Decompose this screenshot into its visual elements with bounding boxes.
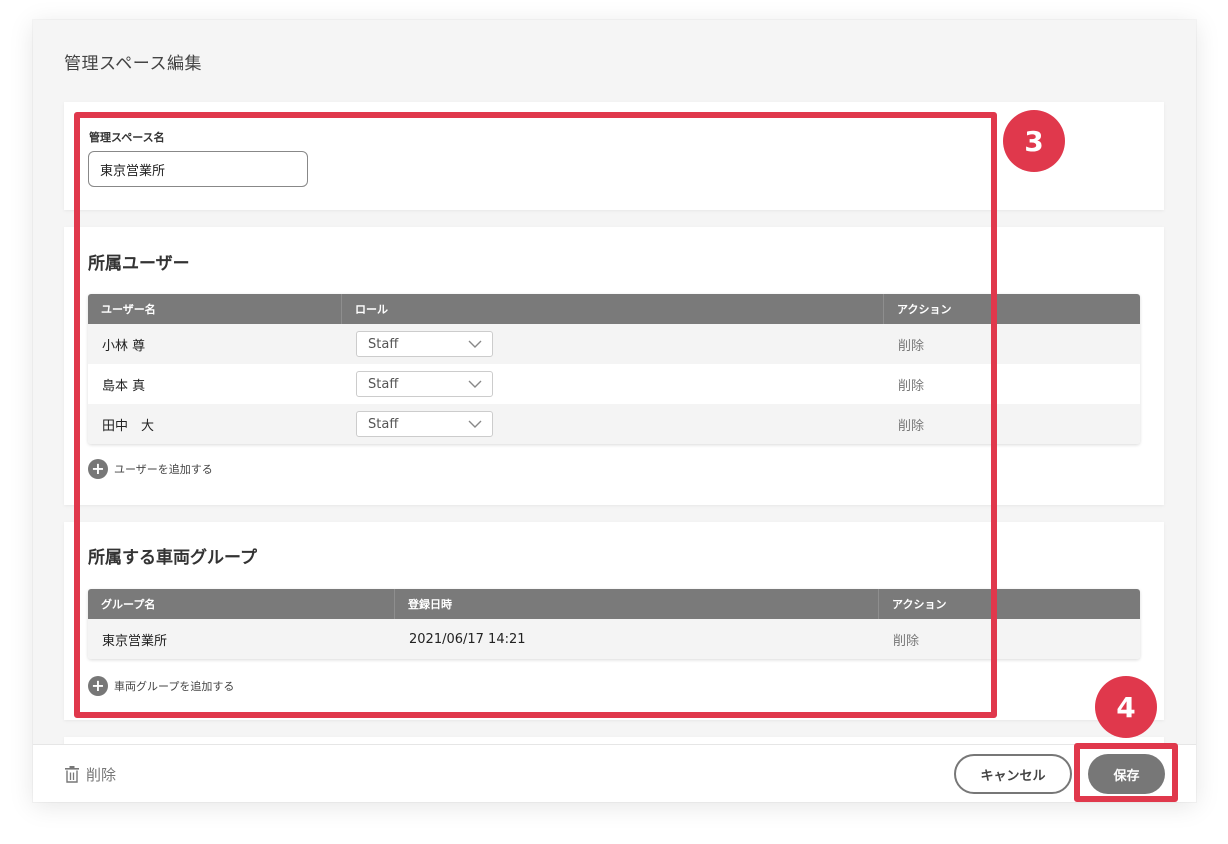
users-table: ユーザー名 ロール アクション 小林 尊 Staff 削除 島本 真 Staff… — [88, 294, 1140, 444]
group-name: 東京営業所 — [102, 633, 168, 649]
add-vehicle-group-label: 車両グループを追加する — [114, 680, 235, 693]
users-section-title: 所属ユーザー — [88, 254, 190, 274]
delete-user-link[interactable]: 削除 — [898, 339, 924, 354]
table-row: 田中 大 Staff 削除 — [88, 404, 1140, 444]
space-name-card: 管理スペース名 — [64, 102, 1164, 210]
add-vehicle-group-button[interactable]: + 車両グループを追加する — [88, 676, 234, 696]
delete-space-button[interactable]: 削除 — [64, 764, 116, 785]
role-select-value: Staff — [368, 376, 399, 392]
column-header-username: ユーザー名 — [88, 294, 342, 324]
table-row: 小林 尊 Staff 削除 — [88, 324, 1140, 364]
space-name-input[interactable] — [88, 151, 308, 187]
column-header-registered: 登録日時 — [395, 589, 879, 619]
role-select-value: Staff — [368, 336, 399, 352]
user-name: 小林 尊 — [102, 338, 146, 354]
groups-table-header: グループ名 登録日時 アクション — [88, 589, 1140, 619]
save-button[interactable]: 保存 — [1088, 754, 1165, 794]
trash-icon — [65, 766, 79, 783]
chevron-down-icon — [468, 420, 482, 428]
step-badge-4: 4 — [1095, 676, 1157, 738]
delete-group-link[interactable]: 削除 — [893, 634, 919, 649]
page-title: 管理スペース編集 — [64, 54, 202, 74]
role-select[interactable]: Staff — [356, 331, 493, 357]
plus-circle-icon: + — [88, 676, 108, 696]
chevron-down-icon — [468, 340, 482, 348]
role-select[interactable]: Staff — [356, 371, 493, 397]
group-registered-date: 2021/06/17 14:21 — [409, 631, 526, 647]
table-row: 東京営業所 2021/06/17 14:21 削除 — [88, 619, 1140, 659]
column-header-group-name: グループ名 — [88, 589, 395, 619]
add-user-button[interactable]: + ユーザーを追加する — [88, 459, 213, 479]
delete-user-link[interactable]: 削除 — [898, 379, 924, 394]
vehicle-groups-card: 所属する車両グループ グループ名 登録日時 アクション 東京営業所 2021/0… — [64, 522, 1164, 720]
user-name: 島本 真 — [102, 378, 146, 394]
chevron-down-icon — [468, 380, 482, 388]
role-select[interactable]: Staff — [356, 411, 493, 437]
delete-space-label: 削除 — [86, 766, 117, 784]
groups-table: グループ名 登録日時 アクション 東京営業所 2021/06/17 14:21 … — [88, 589, 1140, 659]
column-header-role: ロール — [342, 294, 884, 324]
role-select-value: Staff — [368, 416, 399, 432]
users-card: 所属ユーザー ユーザー名 ロール アクション 小林 尊 Staff 削除 島本 … — [64, 227, 1164, 505]
cancel-button[interactable]: キャンセル — [954, 754, 1072, 794]
space-name-label: 管理スペース名 — [89, 131, 165, 144]
footer-bar: 削除 キャンセル 保存 — [33, 744, 1196, 802]
add-user-label: ユーザーを追加する — [114, 463, 213, 476]
user-name: 田中 大 — [102, 418, 155, 434]
groups-section-title: 所属する車両グループ — [88, 548, 257, 568]
delete-user-link[interactable]: 削除 — [898, 419, 924, 434]
plus-circle-icon: + — [88, 459, 108, 479]
users-table-header: ユーザー名 ロール アクション — [88, 294, 1140, 324]
table-row: 島本 真 Staff 削除 — [88, 364, 1140, 404]
column-header-action: アクション — [897, 303, 952, 316]
step-badge-3: 3 — [1003, 110, 1065, 172]
column-header-action: アクション — [892, 598, 947, 611]
